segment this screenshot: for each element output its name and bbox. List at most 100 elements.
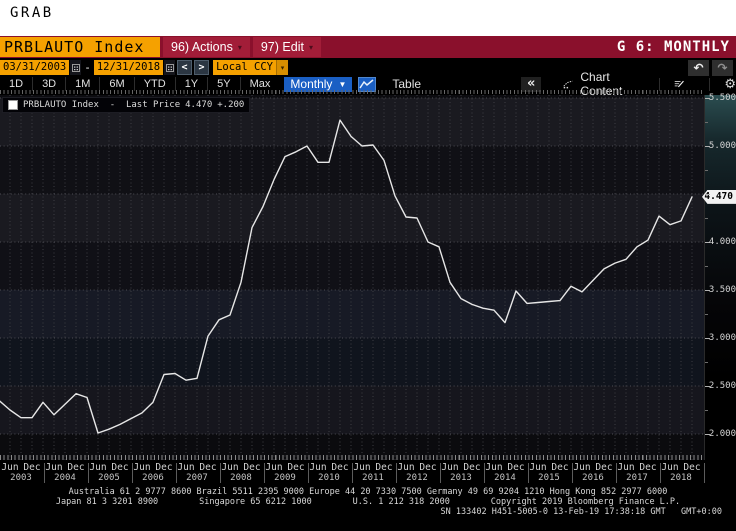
- x-axis-year-separator: [616, 463, 617, 483]
- end-date-input[interactable]: 12/31/2018: [94, 60, 163, 75]
- x-axis-month-label: Jun: [133, 462, 150, 473]
- x-axis-year-label: 2006: [142, 473, 164, 483]
- currency-select[interactable]: Local CCY: [213, 60, 276, 75]
- chevron-down-icon: ▾: [309, 43, 313, 52]
- x-axis-month-label: Dec: [463, 462, 480, 473]
- x-axis-year-label: 2016: [582, 473, 604, 483]
- x-axis-year-label: 2018: [670, 473, 692, 483]
- end-date-calendar-button[interactable]: [164, 60, 175, 75]
- table-button[interactable]: Table: [392, 77, 421, 91]
- x-axis-year-label: 2017: [626, 473, 648, 483]
- chevron-down-icon: ▾: [281, 64, 285, 72]
- x-axis-year-label: 2012: [406, 473, 428, 483]
- period-tab-1d[interactable]: 1D: [0, 77, 32, 91]
- redo-button[interactable]: ↷: [712, 60, 733, 76]
- x-axis-year-label: 2007: [186, 473, 208, 483]
- legend-change: +.200: [217, 100, 244, 110]
- toolbar-divider: [659, 78, 660, 91]
- y-axis-minor-tick: [705, 362, 708, 363]
- y-axis-tick: [705, 194, 710, 195]
- x-axis-year-separator: [528, 463, 529, 483]
- actions-label: 96) Actions: [171, 40, 233, 54]
- x-axis-year-separator: [308, 463, 309, 483]
- price-line-chart: [0, 95, 704, 460]
- annotate-note-icon[interactable]: [674, 78, 684, 90]
- y-axis-minor-tick: [705, 314, 708, 315]
- minor-tick-row-top: [0, 90, 704, 94]
- x-axis-month-label: Dec: [23, 462, 40, 473]
- redo-icon: ↷: [717, 61, 727, 75]
- x-axis-month-label: Jun: [617, 462, 634, 473]
- edit-label: 97) Edit: [261, 40, 304, 54]
- x-axis-month-label: Jun: [397, 462, 414, 473]
- period-tab-ytd[interactable]: YTD: [134, 77, 175, 91]
- bloomberg-terminal-screen: GRAB PRBLAUTO Index 96) Actions ▾ 97) Ed…: [0, 0, 736, 531]
- x-axis: JunDec2003JunDec2004JunDec2005JunDec2006…: [0, 460, 736, 487]
- currency-value: Local CCY: [216, 60, 273, 75]
- x-axis-year-label: 2004: [54, 473, 76, 483]
- x-axis-year-separator: [176, 463, 177, 483]
- x-axis-month-label: Dec: [595, 462, 612, 473]
- chevron-down-icon: ▼: [338, 80, 346, 89]
- x-axis-year-separator: [484, 463, 485, 483]
- chart-content-icon[interactable]: [563, 78, 574, 90]
- x-axis-month-label: Dec: [507, 462, 524, 473]
- start-date-input[interactable]: 03/31/2003: [0, 60, 69, 75]
- y-axis-label: 5.000: [709, 141, 736, 151]
- line-chart-icon: [359, 79, 375, 90]
- toolbar-divider: [709, 78, 710, 91]
- security-ticker-input[interactable]: PRBLAUTO Index: [0, 37, 160, 57]
- y-axis-label: 3.500: [709, 285, 736, 295]
- undo-button[interactable]: ↶: [688, 60, 709, 76]
- x-axis-month-label: Dec: [199, 462, 216, 473]
- x-axis-month-label: Dec: [375, 462, 392, 473]
- x-axis-year-separator: [396, 463, 397, 483]
- x-axis-year-label: 2009: [274, 473, 296, 483]
- legend-series-label: PRBLAUTO Index - Last Price: [23, 100, 180, 110]
- y-axis-label: 5.500: [709, 93, 736, 103]
- x-axis-year-separator: [264, 463, 265, 483]
- legend-last-price: 4.470: [185, 100, 212, 110]
- y-axis-minor-tick: [705, 122, 708, 123]
- actions-menu-button[interactable]: 96) Actions ▾: [163, 37, 250, 57]
- x-axis-month-label: Jun: [45, 462, 62, 473]
- x-axis-year-label: 2005: [98, 473, 120, 483]
- x-axis-month-label: Dec: [551, 462, 568, 473]
- x-axis-year-separator: [660, 463, 661, 483]
- terminal-footer: Australia 61 2 9777 8600 Brazil 5511 239…: [0, 487, 736, 519]
- settings-gear-icon[interactable]: ⚙: [724, 77, 736, 91]
- frequency-value: Monthly: [290, 77, 332, 91]
- period-tabs: 1D3D1M6MYTD1Y5YMax: [0, 77, 279, 91]
- x-axis-month-label: Jun: [529, 462, 546, 473]
- range-forward-button[interactable]: >: [194, 60, 209, 75]
- grab-bar: GRAB: [0, 0, 736, 36]
- x-axis-year-separator: [220, 463, 221, 483]
- period-tab-max[interactable]: Max: [240, 77, 280, 91]
- y-axis-label: 3.000: [709, 333, 736, 343]
- period-tab-3d[interactable]: 3D: [32, 77, 65, 91]
- x-axis-year-separator: [440, 463, 441, 483]
- function-page-title: G 6: MONTHLY: [617, 39, 730, 55]
- period-tab-1m[interactable]: 1M: [65, 77, 99, 91]
- currency-dropdown-button[interactable]: ▾: [276, 60, 288, 75]
- y-axis-minor-tick: [705, 170, 708, 171]
- x-axis-year-separator: [88, 463, 89, 483]
- x-axis-year-separator: [704, 463, 705, 483]
- chart-legend[interactable]: PRBLAUTO Index - Last Price 4.470 +.200: [2, 97, 250, 113]
- series-swatch: [8, 100, 18, 110]
- range-back-button[interactable]: <: [177, 60, 192, 75]
- edit-menu-button[interactable]: 97) Edit ▾: [253, 37, 321, 57]
- y-axis-minor-tick: [705, 410, 708, 411]
- y-axis-label: 4.000: [709, 237, 736, 247]
- x-axis-month-label: Jun: [441, 462, 458, 473]
- x-axis-year-label: 2014: [494, 473, 516, 483]
- start-date-calendar-button[interactable]: [70, 60, 81, 75]
- x-axis-month-label: Jun: [265, 462, 282, 473]
- x-axis-year-separator: [572, 463, 573, 483]
- price-chart-plot[interactable]: [0, 95, 704, 460]
- period-tab-1y[interactable]: 1Y: [175, 77, 207, 91]
- x-axis-year-separator: [44, 463, 45, 483]
- x-axis-month-label: Dec: [155, 462, 172, 473]
- period-tab-6m[interactable]: 6M: [99, 77, 133, 91]
- period-tab-5y[interactable]: 5Y: [207, 77, 239, 91]
